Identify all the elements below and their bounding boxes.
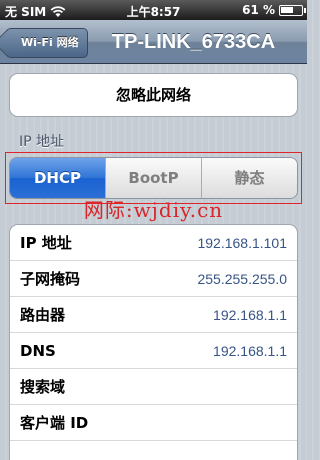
row-label: 路由器 — [20, 306, 66, 324]
forget-network-button[interactable]: 忽略此网络 — [9, 73, 298, 117]
battery-icon — [279, 4, 306, 16]
battery-fill — [281, 6, 293, 13]
row-label: 子网掩码 — [20, 270, 81, 288]
row-label: IP 地址 — [20, 234, 72, 252]
table-row-search-domain[interactable]: 搜索域 — [10, 369, 297, 405]
row-value: 255.255.255.0 — [197, 271, 287, 287]
row-label: 客户端 ID — [20, 414, 89, 432]
row-label: 搜索域 — [20, 378, 66, 396]
segment-static[interactable]: 静态 — [201, 158, 297, 198]
row-label: DNS — [20, 341, 56, 360]
ip-section-header: IP 地址 — [19, 134, 65, 150]
row-value: 192.168.1.1 — [213, 307, 287, 323]
ip-mode-segmented-control: DHCP BootP 静态 — [9, 157, 298, 199]
table-row-client-id[interactable]: 客户端 ID — [10, 405, 297, 441]
back-button[interactable]: Wi-Fi 网络 — [6, 28, 88, 58]
ip-details-table: IP 地址 192.168.1.101 子网掩码 255.255.255.0 路… — [9, 224, 298, 460]
battery-percent: 61 % — [242, 3, 275, 17]
status-bar: 无 SIM 上午8:57 61 % — [0, 0, 307, 20]
segment-dhcp[interactable]: DHCP — [10, 158, 105, 198]
table-row-dns[interactable]: DNS 192.168.1.1 — [10, 333, 297, 369]
segment-bootp[interactable]: BootP — [105, 158, 201, 198]
table-row-subnet-mask[interactable]: 子网掩码 255.255.255.0 — [10, 261, 297, 297]
status-right: 61 % — [242, 3, 306, 17]
watermark-text: 网际:wjdiy.cn — [83, 198, 224, 222]
navigation-bar: Wi-Fi 网络 TP-LINK_6733CA — [0, 20, 307, 64]
row-value: 192.168.1.1 — [213, 343, 287, 359]
page-title: TP-LINK_6733CA — [111, 31, 276, 53]
table-row-router[interactable]: 路由器 192.168.1.1 — [10, 297, 297, 333]
table-row-ip-address[interactable]: IP 地址 192.168.1.101 — [10, 225, 297, 261]
back-button-label: Wi-Fi 网络 — [21, 36, 79, 49]
row-value: 192.168.1.101 — [197, 235, 287, 251]
